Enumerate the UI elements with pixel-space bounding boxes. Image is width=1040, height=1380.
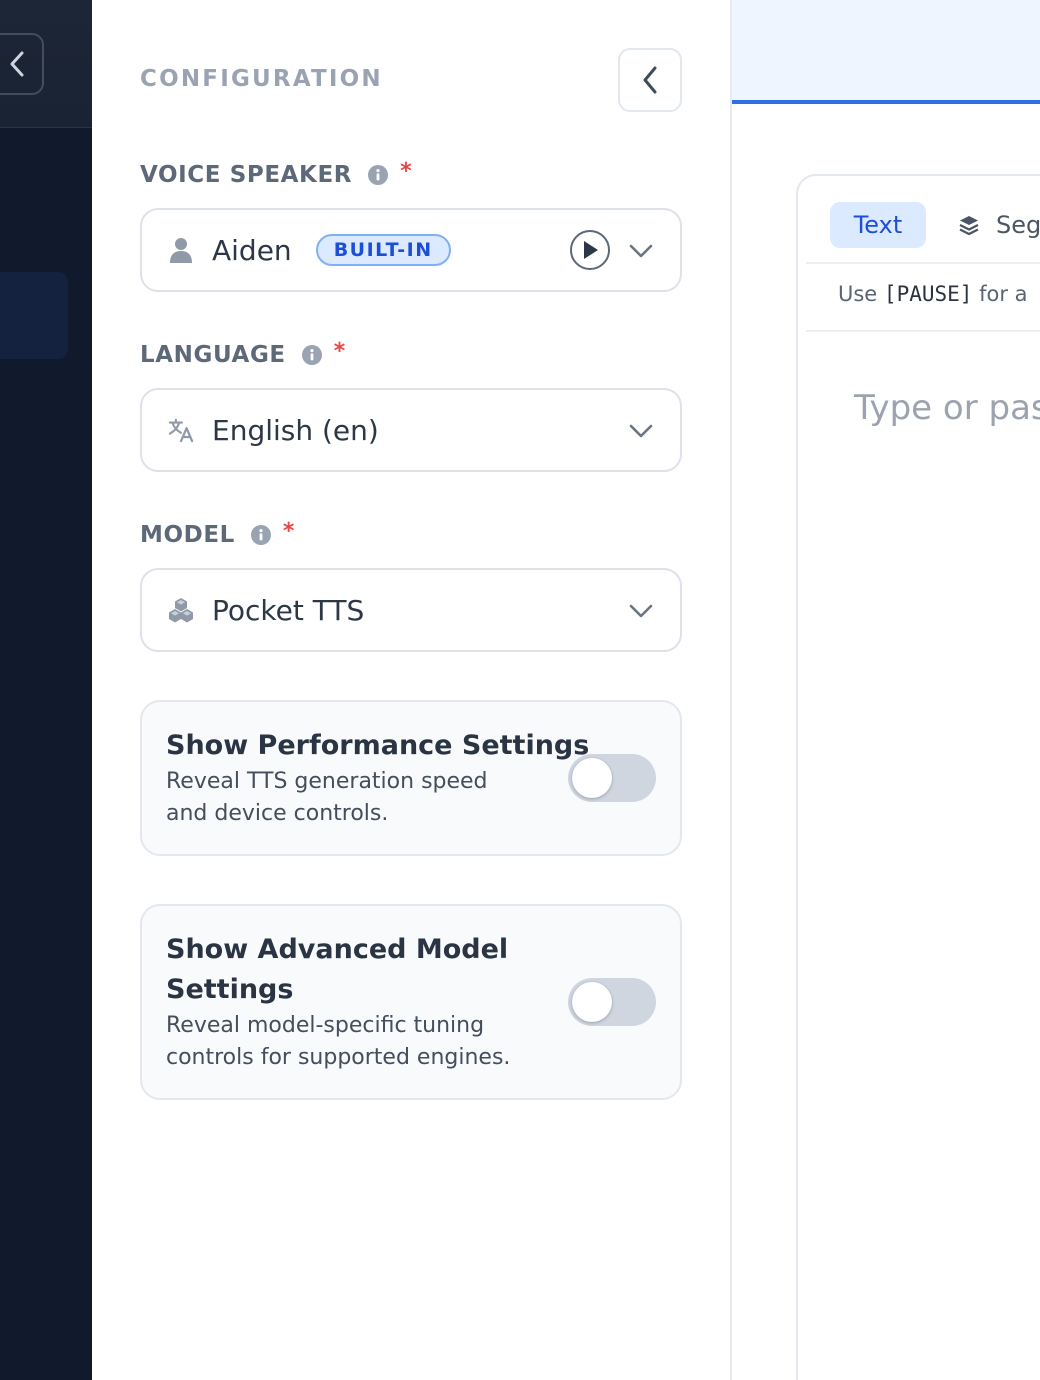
info-icon[interactable] bbox=[250, 525, 271, 545]
panel-title: CONFIGURATION bbox=[140, 66, 383, 92]
chevron-left-icon bbox=[643, 66, 657, 94]
performance-settings-toggle[interactable] bbox=[568, 754, 656, 802]
model-value: Pocket TTS bbox=[212, 593, 365, 627]
voice-speaker-select[interactable]: Aiden BUILT-IN bbox=[140, 208, 682, 292]
editor-card: Text Seg Use [PAUSE] for a Type or pas bbox=[796, 174, 1040, 1380]
voice-speaker-label: VOICE SPEAKER * bbox=[140, 158, 413, 189]
editor-area: Text Seg Use [PAUSE] for a Type or pas bbox=[732, 0, 1040, 1380]
app-sidebar bbox=[0, 0, 92, 1380]
advanced-settings-title: Show Advanced Model Settings bbox=[166, 934, 509, 1005]
advanced-settings-card: Show Advanced Model Settings Reveal mode… bbox=[140, 904, 682, 1100]
required-mark: * bbox=[400, 158, 413, 184]
play-icon bbox=[584, 241, 598, 259]
required-mark: * bbox=[333, 338, 346, 364]
chevron-left-icon bbox=[10, 51, 24, 77]
preview-voice-button[interactable] bbox=[570, 230, 610, 270]
editor-hint-bar: Use [PAUSE] for a bbox=[806, 262, 1040, 332]
sidebar-header bbox=[0, 0, 92, 128]
pause-code: [PAUSE] bbox=[883, 282, 973, 306]
pause-hint: Use [PAUSE] for a bbox=[838, 282, 1028, 306]
advanced-settings-toggle[interactable] bbox=[568, 978, 656, 1026]
model-select[interactable]: Pocket TTS bbox=[140, 568, 682, 652]
tab-segments-label: Seg bbox=[996, 211, 1040, 239]
required-mark: * bbox=[282, 518, 296, 544]
performance-settings-description: Reveal TTS generation speed and device c… bbox=[166, 769, 488, 826]
tab-segments[interactable]: Seg bbox=[958, 202, 1040, 248]
editor-header bbox=[732, 0, 1040, 104]
user-icon bbox=[168, 237, 194, 263]
advanced-settings-description: Reveal model-specific tuning controls fo… bbox=[166, 1013, 511, 1070]
built-in-badge: BUILT-IN bbox=[315, 234, 451, 266]
language-select[interactable]: English (en) bbox=[140, 388, 682, 472]
chevron-down-icon bbox=[629, 424, 653, 438]
sidebar-collapse-button[interactable] bbox=[0, 33, 44, 95]
cubes-icon bbox=[168, 597, 194, 623]
text-editor-input[interactable]: Type or pas bbox=[854, 388, 1040, 428]
language-value: English (en) bbox=[212, 413, 379, 447]
layers-icon bbox=[958, 214, 980, 236]
info-icon[interactable] bbox=[301, 345, 322, 365]
translate-icon bbox=[168, 417, 194, 443]
toggle-knob bbox=[572, 758, 612, 798]
voice-speaker-value: Aiden bbox=[212, 233, 292, 267]
performance-settings-card: Show Performance Settings Reveal TTS gen… bbox=[140, 700, 682, 856]
language-label: LANGUAGE * bbox=[140, 338, 346, 369]
sidebar-item-active[interactable] bbox=[0, 272, 68, 359]
performance-settings-title: Show Performance Settings bbox=[166, 730, 590, 761]
chevron-down-icon bbox=[629, 604, 653, 618]
chevron-down-icon bbox=[629, 244, 653, 258]
configuration-panel: CONFIGURATION VOICE SPEAKER * Aiden BUIL… bbox=[92, 0, 730, 1380]
info-icon[interactable] bbox=[368, 165, 389, 185]
collapse-panel-button[interactable] bbox=[618, 48, 682, 112]
tab-text[interactable]: Text bbox=[830, 202, 926, 248]
toggle-knob bbox=[572, 982, 612, 1022]
model-label: MODEL * bbox=[140, 518, 296, 549]
